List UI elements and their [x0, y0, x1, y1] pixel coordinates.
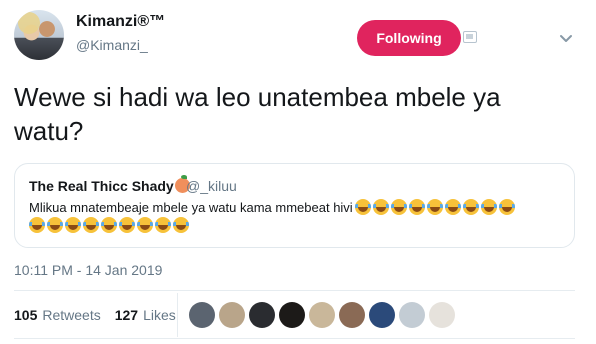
author-name[interactable]: Kimanzi®™ [76, 13, 165, 31]
profile-card-icon [463, 31, 477, 43]
chevron-down-icon[interactable] [556, 28, 576, 48]
face-with-tears-of-joy-icon [119, 217, 135, 233]
face-with-tears-of-joy-icon [372, 199, 389, 215]
face-with-tears-of-joy-icon [462, 199, 479, 215]
face-with-tears-of-joy-icon [444, 199, 461, 215]
liker-avatar-8[interactable] [399, 302, 425, 328]
liker-avatar-4[interactable] [279, 302, 305, 328]
engagement-stats: 105 Retweets 127 Likes [14, 300, 190, 330]
face-with-tears-of-joy-icon [426, 199, 443, 215]
liker-avatar-9[interactable] [429, 302, 455, 328]
face-with-tears-of-joy-icon [29, 217, 45, 233]
liker-avatar-5[interactable] [309, 302, 335, 328]
face-with-tears-of-joy-icon [408, 199, 425, 215]
quoted-tweet-text: Mlikua mnatembeaje mbele ya watu kama mm… [29, 199, 569, 235]
quoted-author-name-line: The Real Thicc Shady [29, 175, 190, 194]
emoji-group-line-1 [353, 199, 515, 215]
liker-avatar-6[interactable] [339, 302, 365, 328]
face-with-tears-of-joy-icon [101, 217, 117, 233]
likes-label[interactable]: Likes [143, 307, 176, 323]
face-with-tears-of-joy-icon [83, 217, 99, 233]
quoted-author-name: The Real Thicc Shady [29, 178, 174, 194]
face-with-tears-of-joy-icon [480, 199, 497, 215]
retweets-label[interactable]: Retweets [42, 307, 100, 323]
stats-separator [177, 293, 178, 337]
face-with-tears-of-joy-icon [390, 199, 407, 215]
divider-bottom [14, 338, 575, 339]
author-handle[interactable]: @Kimanzi_ [76, 37, 148, 53]
tweet-timestamp[interactable]: 10:11 PM - 14 Jan 2019 [14, 262, 162, 278]
face-with-tears-of-joy-icon [155, 217, 171, 233]
liker-avatars [189, 302, 459, 328]
divider-top [14, 290, 575, 291]
likes-count[interactable]: 127 [115, 307, 138, 323]
face-with-tears-of-joy-icon [47, 217, 63, 233]
quoted-author-handle: @_kiluu [186, 178, 237, 194]
liker-avatar-3[interactable] [249, 302, 275, 328]
retweets-count[interactable]: 105 [14, 307, 37, 323]
following-button[interactable]: Following [357, 20, 461, 56]
face-with-tears-of-joy-icon [498, 199, 515, 215]
face-with-tears-of-joy-icon [354, 199, 371, 215]
face-with-tears-of-joy-icon [65, 217, 81, 233]
face-with-tears-of-joy-icon [137, 217, 153, 233]
liker-avatar-7[interactable] [369, 302, 395, 328]
face-with-tears-of-joy-icon [173, 217, 189, 233]
liker-avatar-1[interactable] [189, 302, 215, 328]
emoji-group-line-2 [27, 217, 189, 233]
author-avatar[interactable] [14, 10, 64, 60]
quoted-tweet[interactable]: The Real Thicc Shady @_kiluu Mlikua mnat… [14, 163, 575, 248]
tweet-text: Wewe si hadi wa leo unatembea mbele ya w… [14, 82, 501, 146]
quoted-text-body: Mlikua mnatembeaje mbele ya watu kama mm… [29, 200, 353, 215]
liker-avatar-2[interactable] [219, 302, 245, 328]
